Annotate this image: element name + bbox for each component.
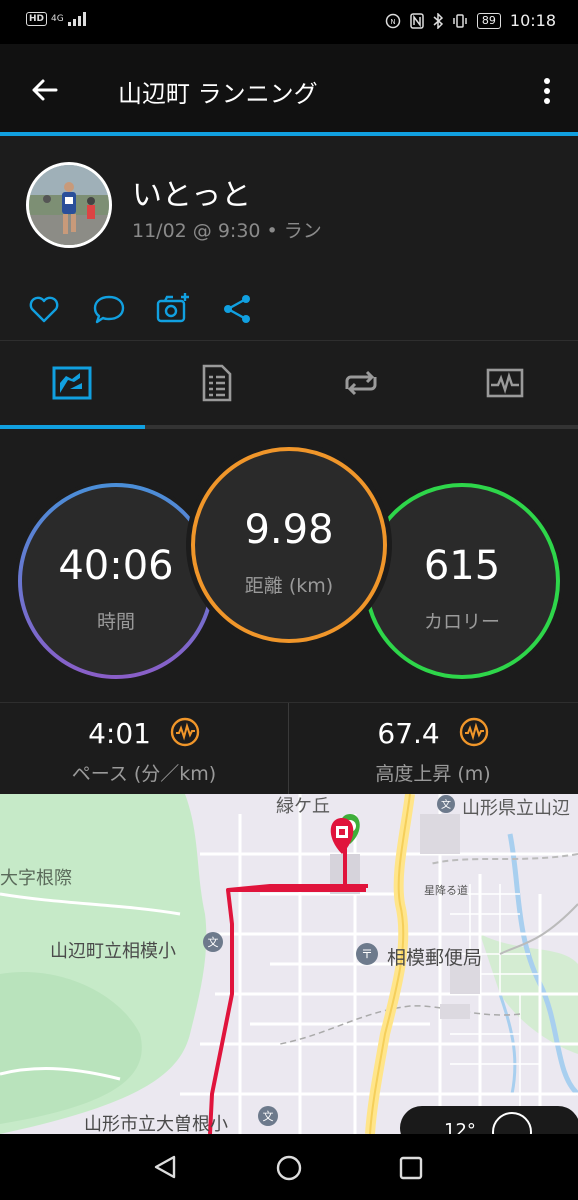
comment-icon[interactable] — [92, 292, 126, 326]
map-label-school-top: 山形県立山辺 — [462, 798, 570, 819]
elevation-value: 67.4 — [289, 717, 577, 750]
elevation-label: 高度上昇 (m) — [375, 763, 491, 785]
share-icon[interactable] — [220, 292, 254, 326]
svg-text:文: 文 — [441, 798, 451, 811]
pace-value: 4:01 — [0, 717, 288, 750]
pace-label: ペース (分／km) — [71, 763, 217, 785]
hd-indicator: HD — [26, 12, 48, 26]
elevation-value-text: 67.4 — [377, 717, 440, 750]
post-office-icon: 〒 — [356, 943, 378, 965]
start-pin[interactable] — [330, 818, 354, 854]
back-arrow-icon[interactable] — [28, 74, 60, 106]
calories-ring[interactable]: 615 カロリー — [364, 483, 560, 679]
school-icon-sagami: 文 — [203, 932, 223, 952]
tab-laps[interactable] — [341, 363, 381, 403]
elevation-metric[interactable]: 67.4 高度上昇 (m) — [289, 703, 577, 795]
pace-metric[interactable]: 4:01 ペース (分／km) — [0, 703, 288, 795]
map-label-star-road: 星降る道 — [424, 884, 468, 897]
distance-label: 距離 (km) — [244, 575, 334, 597]
pace-chart-icon[interactable] — [170, 717, 200, 747]
runner-photo — [29, 165, 109, 245]
signal-icon — [67, 12, 86, 26]
map-label-oaza: 大字根際 — [0, 868, 72, 889]
network-indicator: 4G — [51, 14, 64, 24]
vibrate-icon — [453, 13, 467, 28]
svg-text:N: N — [390, 18, 395, 26]
elevation-chart-icon[interactable] — [459, 717, 489, 747]
battery-level: 89 — [476, 12, 501, 29]
time-value: 40:06 — [58, 543, 174, 589]
system-nav-bar — [0, 1134, 578, 1200]
calories-value: 615 — [423, 543, 501, 589]
map-temperature: 12° — [444, 1120, 476, 1134]
tab-stats[interactable] — [196, 363, 236, 403]
avatar[interactable] — [26, 162, 112, 248]
data-saver-icon: N — [385, 13, 401, 28]
svg-text:文: 文 — [263, 1109, 274, 1123]
status-bar: HD 4G N 89 10:18 — [0, 0, 578, 44]
map-label-midorigaoka: 緑ケ丘 — [276, 796, 330, 817]
app-bar: 山辺町 ランニング — [0, 44, 578, 136]
calories-label: カロリー — [423, 611, 500, 633]
map-overlay-widget[interactable]: 12° — [400, 1106, 578, 1134]
activity-title: 山辺町 ランニング — [118, 80, 318, 108]
time-ring[interactable]: 40:06 時間 — [18, 483, 214, 679]
nfc-icon — [410, 12, 424, 29]
svg-text:文: 文 — [208, 935, 219, 949]
map-label-sagami-school: 山辺町立相模小 — [50, 941, 176, 962]
route-map[interactable]: 文 文 〒 文 緑ケ丘 山形県立山辺 大字根際 星降る道 山辺町立相模小 相模郵… — [0, 794, 578, 1134]
map-canvas: 文 文 〒 文 — [0, 794, 578, 1134]
add-photo-icon[interactable] — [156, 292, 190, 326]
distance-ring[interactable]: 9.98 距離 (km) — [191, 447, 387, 643]
summary-stats: 40:06 時間 615 カロリー 9.98 距離 (km) — [0, 429, 578, 702]
social-actions — [0, 276, 578, 341]
like-heart-icon[interactable] — [27, 292, 61, 326]
map-label-osone-school: 山形市立大曽根小 — [84, 1114, 228, 1134]
nav-home-icon[interactable] — [275, 1154, 303, 1182]
school-icon-osone: 文 — [258, 1106, 278, 1126]
overflow-menu-icon[interactable] — [542, 76, 552, 106]
secondary-metrics: 4:01 ペース (分／km) 67.4 高度上昇 (m) — [0, 702, 578, 795]
time-label: 時間 — [96, 611, 135, 633]
pace-value-text: 4:01 — [88, 717, 151, 750]
nav-recents-icon[interactable] — [398, 1155, 424, 1181]
activity-header: いとっと 11/02 @ 9:30 • ラン — [0, 136, 578, 277]
activity-datetime: 11/02 @ 9:30 • ラン — [132, 220, 322, 242]
tab-charts[interactable] — [485, 363, 525, 403]
nav-back-icon[interactable] — [152, 1154, 178, 1180]
svg-text:〒: 〒 — [361, 947, 373, 961]
map-label-post-office: 相模郵便局 — [387, 947, 483, 969]
map-control-button[interactable] — [492, 1112, 532, 1134]
detail-tabs — [0, 341, 578, 429]
distance-value: 9.98 — [244, 507, 334, 553]
clock: 10:18 — [509, 11, 556, 30]
user-name[interactable]: いとっと — [132, 170, 251, 214]
tab-overview[interactable] — [52, 363, 92, 403]
bluetooth-icon — [433, 12, 443, 29]
school-icon-top: 文 — [437, 795, 455, 813]
